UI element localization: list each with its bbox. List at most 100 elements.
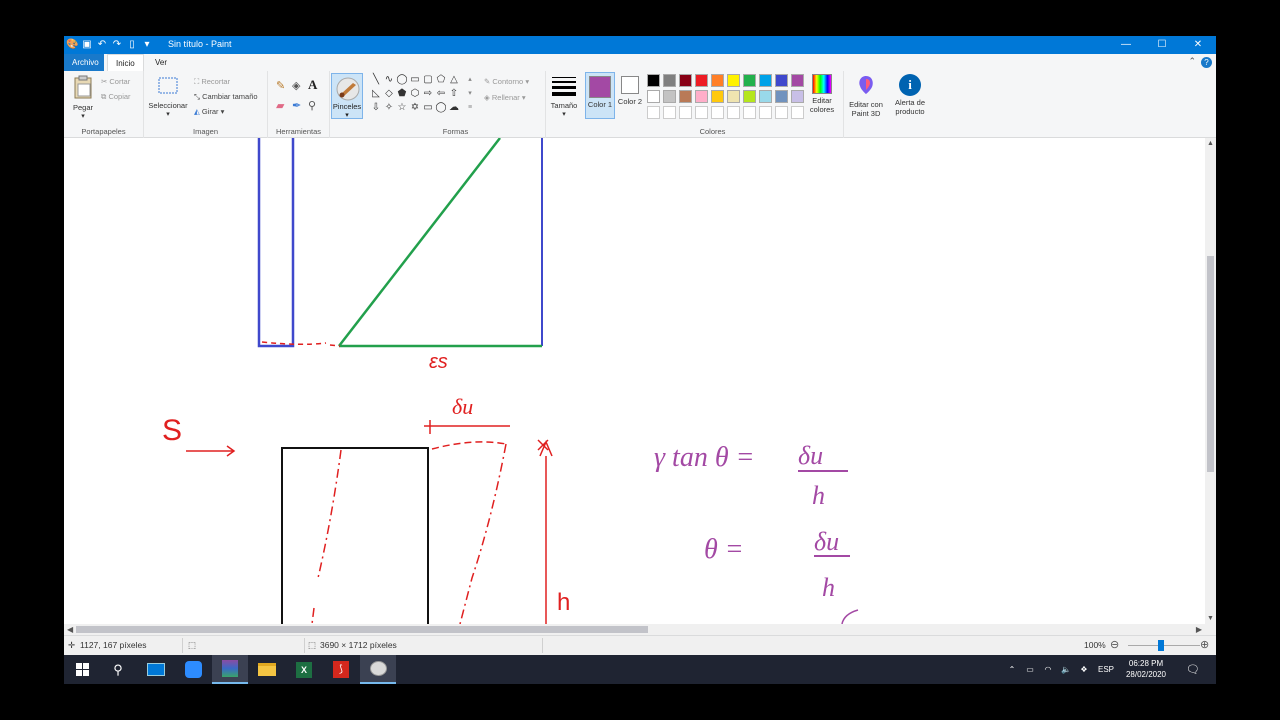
dropbox-icon[interactable]: ❖	[1076, 655, 1092, 684]
copy-button[interactable]: ⧉ Copiar	[101, 92, 131, 102]
paste-button[interactable]: Pegar ▾	[70, 75, 96, 120]
palette-swatch[interactable]	[791, 74, 804, 87]
scroll-down-icon[interactable]: ▼	[1205, 615, 1216, 622]
callout-oval-shape-icon[interactable]: ◯	[435, 102, 447, 114]
palette-swatch[interactable]	[695, 90, 708, 103]
vertical-scroll-thumb[interactable]	[1207, 256, 1214, 472]
save-icon[interactable]: ▣	[81, 39, 93, 51]
palette-swatch-empty[interactable]	[663, 106, 676, 119]
palette-swatch[interactable]	[663, 74, 676, 87]
hexagon-shape-icon[interactable]: ⬡	[409, 88, 421, 100]
paint-taskbar-icon[interactable]	[360, 655, 396, 684]
text-tool-icon[interactable]: A	[308, 77, 317, 93]
edit-colors-button[interactable]: Editar colores	[804, 74, 840, 114]
line-shape-icon[interactable]: ╲	[370, 74, 382, 86]
color1-button[interactable]: Color 1	[585, 72, 615, 119]
right-arrow-shape-icon[interactable]: ⇨	[422, 88, 434, 100]
scroll-up-icon[interactable]: ▲	[1205, 140, 1216, 147]
excel-app-icon[interactable]: X	[286, 655, 322, 684]
shapes-more-icon[interactable]: ≡	[464, 102, 476, 114]
palette-swatch[interactable]	[647, 74, 660, 87]
mail-app-icon[interactable]	[138, 655, 174, 684]
tab-file[interactable]: Archivo	[64, 54, 104, 71]
palette-swatch[interactable]	[775, 74, 788, 87]
customize-qat-icon[interactable]: ▾	[141, 39, 153, 51]
up-arrow-shape-icon[interactable]: ⇧	[448, 88, 460, 100]
new-icon[interactable]: ▯	[126, 39, 138, 51]
eraser-icon[interactable]: ▰	[276, 99, 284, 112]
callout-rect-shape-icon[interactable]: ▭	[422, 102, 434, 114]
triangle-shape-icon[interactable]: △	[448, 74, 460, 86]
paint-app-icon[interactable]: 🎨	[66, 39, 78, 51]
palette-swatch[interactable]	[775, 90, 788, 103]
palette-swatch[interactable]	[711, 90, 724, 103]
palette-swatch[interactable]	[759, 74, 772, 87]
fill-bucket-icon[interactable]: ◈	[292, 79, 300, 92]
curve-shape-icon[interactable]: ∿	[383, 74, 395, 86]
palette-swatch[interactable]	[711, 74, 724, 87]
palette-swatch-empty[interactable]	[727, 106, 740, 119]
show-hidden-icons-icon[interactable]: ⌃	[1004, 655, 1020, 684]
resize-button[interactable]: ⤡ Cambiar tamaño	[194, 92, 258, 102]
magnifier-icon[interactable]: ⚲	[308, 99, 316, 112]
horizontal-scrollbar[interactable]: ◀ ▶	[64, 624, 1205, 635]
zoom-slider-thumb[interactable]	[1158, 640, 1164, 651]
close-button[interactable]: ✕	[1180, 36, 1216, 54]
right-triangle-shape-icon[interactable]: ◺	[370, 88, 382, 100]
polygon-shape-icon[interactable]: ⬠	[435, 74, 447, 86]
palette-swatch[interactable]	[743, 74, 756, 87]
taskbar-clock[interactable]: 06:28 PM 28/02/2020	[1116, 658, 1176, 680]
palette-swatch-empty[interactable]	[711, 106, 724, 119]
zoom-out-icon[interactable]: ⊖	[1110, 638, 1119, 651]
collapse-ribbon-icon[interactable]: ⌃	[1188, 56, 1196, 67]
zoom-in-icon[interactable]: ⊕	[1200, 638, 1209, 651]
help-icon[interactable]: ?	[1201, 57, 1212, 68]
winrar-app-icon[interactable]	[212, 655, 248, 684]
select-button[interactable]: Seleccionar ▾	[147, 75, 189, 118]
palette-swatch[interactable]	[695, 74, 708, 87]
undo-icon[interactable]: ↶	[96, 39, 108, 51]
input-language[interactable]: ESP	[1094, 655, 1118, 684]
palette-swatch-empty[interactable]	[647, 106, 660, 119]
rounded-rectangle-shape-icon[interactable]: ▢	[422, 74, 434, 86]
palette-swatch[interactable]	[791, 90, 804, 103]
product-alert-button[interactable]: i Alerta de producto	[890, 74, 930, 116]
rectangle-shape-icon[interactable]: ▭	[409, 74, 421, 86]
shapes-scroll-up-icon[interactable]: ▴	[464, 74, 476, 86]
maximize-button[interactable]: ☐	[1144, 36, 1180, 54]
palette-swatch[interactable]	[647, 90, 660, 103]
diamond-shape-icon[interactable]: ◇	[383, 88, 395, 100]
palette-swatch[interactable]	[679, 90, 692, 103]
rotate-button[interactable]: ◭ Girar ▾	[194, 107, 224, 116]
size-button[interactable]: Tamaño ▾	[548, 75, 580, 118]
color-picker-icon[interactable]: ✒	[292, 99, 301, 112]
vertical-scrollbar[interactable]: ▲ ▼	[1205, 138, 1216, 624]
brushes-button[interactable]: Pinceles ▾	[331, 73, 363, 119]
palette-swatch-empty[interactable]	[743, 106, 756, 119]
fill-button[interactable]: ◈ Rellenar ▾	[484, 93, 526, 102]
zoom-slider-track[interactable]	[1128, 645, 1200, 646]
left-arrow-shape-icon[interactable]: ⇦	[435, 88, 447, 100]
redo-icon[interactable]: ↷	[111, 39, 123, 51]
horizontal-scroll-thumb[interactable]	[76, 626, 648, 633]
four-point-star-shape-icon[interactable]: ✧	[383, 102, 395, 114]
palette-swatch-empty[interactable]	[759, 106, 772, 119]
palette-swatch[interactable]	[663, 90, 676, 103]
start-button[interactable]	[64, 655, 100, 684]
palette-swatch[interactable]	[759, 90, 772, 103]
notifications-icon[interactable]: 🗨	[1182, 655, 1204, 684]
volume-icon[interactable]: 🔈	[1058, 655, 1074, 684]
outline-button[interactable]: ✎ Contorno ▾	[484, 77, 529, 86]
oval-shape-icon[interactable]: ◯	[396, 74, 408, 86]
network-icon[interactable]: ◠	[1040, 655, 1056, 684]
select-dropdown-icon[interactable]: ▾	[147, 110, 189, 118]
color2-button[interactable]: Color 2	[617, 72, 643, 119]
palette-swatch-empty[interactable]	[791, 106, 804, 119]
crop-button[interactable]: ⛶ Recortar	[194, 77, 230, 87]
palette-swatch-empty[interactable]	[695, 106, 708, 119]
palette-swatch[interactable]	[743, 90, 756, 103]
palette-swatch[interactable]	[727, 74, 740, 87]
acrobat-app-icon[interactable]: ⟆	[323, 655, 359, 684]
edit-paint3d-button[interactable]: Editar con Paint 3D	[846, 74, 886, 118]
tab-home[interactable]: Inicio	[107, 54, 144, 71]
